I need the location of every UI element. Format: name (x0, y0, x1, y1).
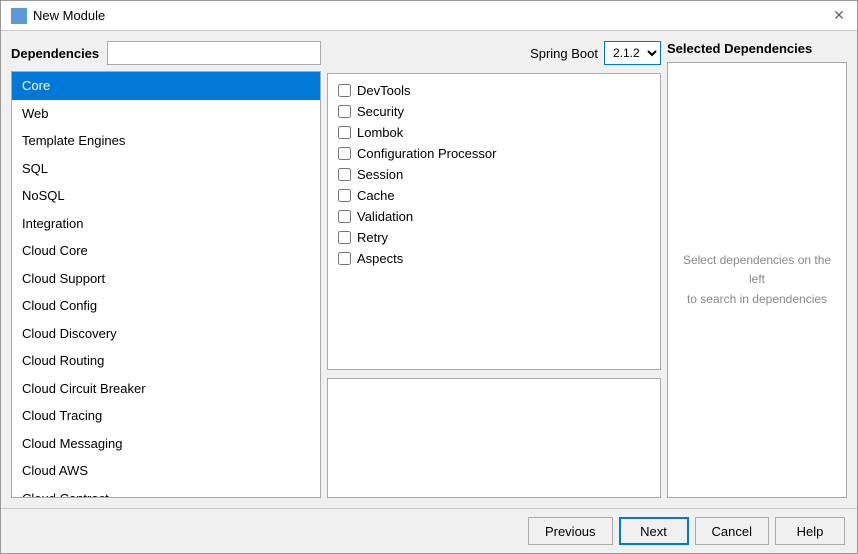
checkbox-item[interactable]: Configuration Processor (332, 143, 656, 164)
checkbox-label: Lombok (357, 125, 403, 140)
dep-list-item[interactable]: Cloud Discovery (12, 320, 320, 348)
dependencies-list: CoreWebTemplate EnginesSQLNoSQLIntegrati… (11, 71, 321, 498)
close-button[interactable]: ✕ (831, 8, 847, 24)
help-button[interactable]: Help (775, 517, 845, 545)
dep-list-item[interactable]: Cloud Messaging (12, 430, 320, 458)
previous-button[interactable]: Previous (528, 517, 613, 545)
dep-list-item[interactable]: Core (12, 72, 320, 100)
checkbox[interactable] (338, 126, 351, 139)
checkbox[interactable] (338, 231, 351, 244)
checkbox-label: Aspects (357, 251, 403, 266)
dep-list-item[interactable]: Cloud Tracing (12, 402, 320, 430)
checkbox-item[interactable]: Cache (332, 185, 656, 206)
checkbox-label: Session (357, 167, 403, 182)
checkbox-label: Retry (357, 230, 388, 245)
checkbox[interactable] (338, 189, 351, 202)
new-module-dialog: New Module ✕ Dependencies CoreWebTemplat… (0, 0, 858, 554)
dep-list-item[interactable]: Cloud Contract (12, 485, 320, 499)
window-title: New Module (33, 8, 105, 23)
main-content: Dependencies CoreWebTemplate EnginesSQLN… (1, 31, 857, 508)
dep-list-item[interactable]: Integration (12, 210, 320, 238)
spring-boot-row: Spring Boot 2.1.22.0.92.2.0 (327, 41, 661, 65)
footer: Previous Next Cancel Help (1, 508, 857, 553)
selected-deps-area: Select dependencies on the left to searc… (667, 62, 847, 498)
spring-boot-select[interactable]: 2.1.22.0.92.2.0 (604, 41, 661, 65)
checkbox-label: DevTools (357, 83, 410, 98)
right-panel: Selected Dependencies Select dependencie… (667, 41, 847, 498)
checkbox-list: DevTools Security Lombok Configuration Proc… (327, 73, 661, 370)
checkbox-item[interactable]: Aspects (332, 248, 656, 269)
search-input[interactable] (107, 41, 321, 65)
cancel-button[interactable]: Cancel (695, 517, 769, 545)
checkbox-item[interactable]: Retry (332, 227, 656, 248)
left-panel: Dependencies CoreWebTemplate EnginesSQLN… (11, 41, 321, 498)
checkbox[interactable] (338, 252, 351, 265)
checkbox[interactable] (338, 168, 351, 181)
checkbox[interactable] (338, 147, 351, 160)
title-bar-left: New Module (11, 8, 105, 24)
checkbox-item[interactable]: Session (332, 164, 656, 185)
dep-list-item[interactable]: Cloud Circuit Breaker (12, 375, 320, 403)
dep-list-item[interactable]: Cloud AWS (12, 457, 320, 485)
checkbox-label: Cache (357, 188, 395, 203)
window-icon (11, 8, 27, 24)
spring-boot-label: Spring Boot (530, 46, 598, 61)
dependencies-label: Dependencies (11, 46, 99, 61)
selected-deps-hint-line1: Select dependencies on the left (678, 251, 836, 289)
title-bar: New Module ✕ (1, 1, 857, 31)
dep-list-item[interactable]: Web (12, 100, 320, 128)
dep-list-item[interactable]: Cloud Core (12, 237, 320, 265)
checkbox-item[interactable]: Lombok (332, 122, 656, 143)
checkbox-item[interactable]: Security (332, 101, 656, 122)
dep-list-item[interactable]: NoSQL (12, 182, 320, 210)
middle-panel: Spring Boot 2.1.22.0.92.2.0 DevTools Secu… (327, 41, 661, 498)
checkbox-item[interactable]: Validation (332, 206, 656, 227)
dep-list-item[interactable]: Cloud Config (12, 292, 320, 320)
checkbox-item[interactable]: DevTools (332, 80, 656, 101)
checkbox-label: Validation (357, 209, 413, 224)
checkbox-label: Configuration Processor (357, 146, 496, 161)
dep-list-item[interactable]: SQL (12, 155, 320, 183)
checkbox[interactable] (338, 210, 351, 223)
dep-list-item[interactable]: Cloud Support (12, 265, 320, 293)
panel-header: Dependencies (11, 41, 321, 65)
checkbox-label: Security (357, 104, 404, 119)
selected-deps-header: Selected Dependencies (667, 41, 847, 56)
next-button[interactable]: Next (619, 517, 689, 545)
checkbox[interactable] (338, 84, 351, 97)
checkbox[interactable] (338, 105, 351, 118)
dep-list-item[interactable]: Template Engines (12, 127, 320, 155)
dep-list-item[interactable]: Cloud Routing (12, 347, 320, 375)
selected-deps-hint-line2: to search in dependencies (687, 290, 827, 309)
dependency-detail-area (327, 378, 661, 498)
